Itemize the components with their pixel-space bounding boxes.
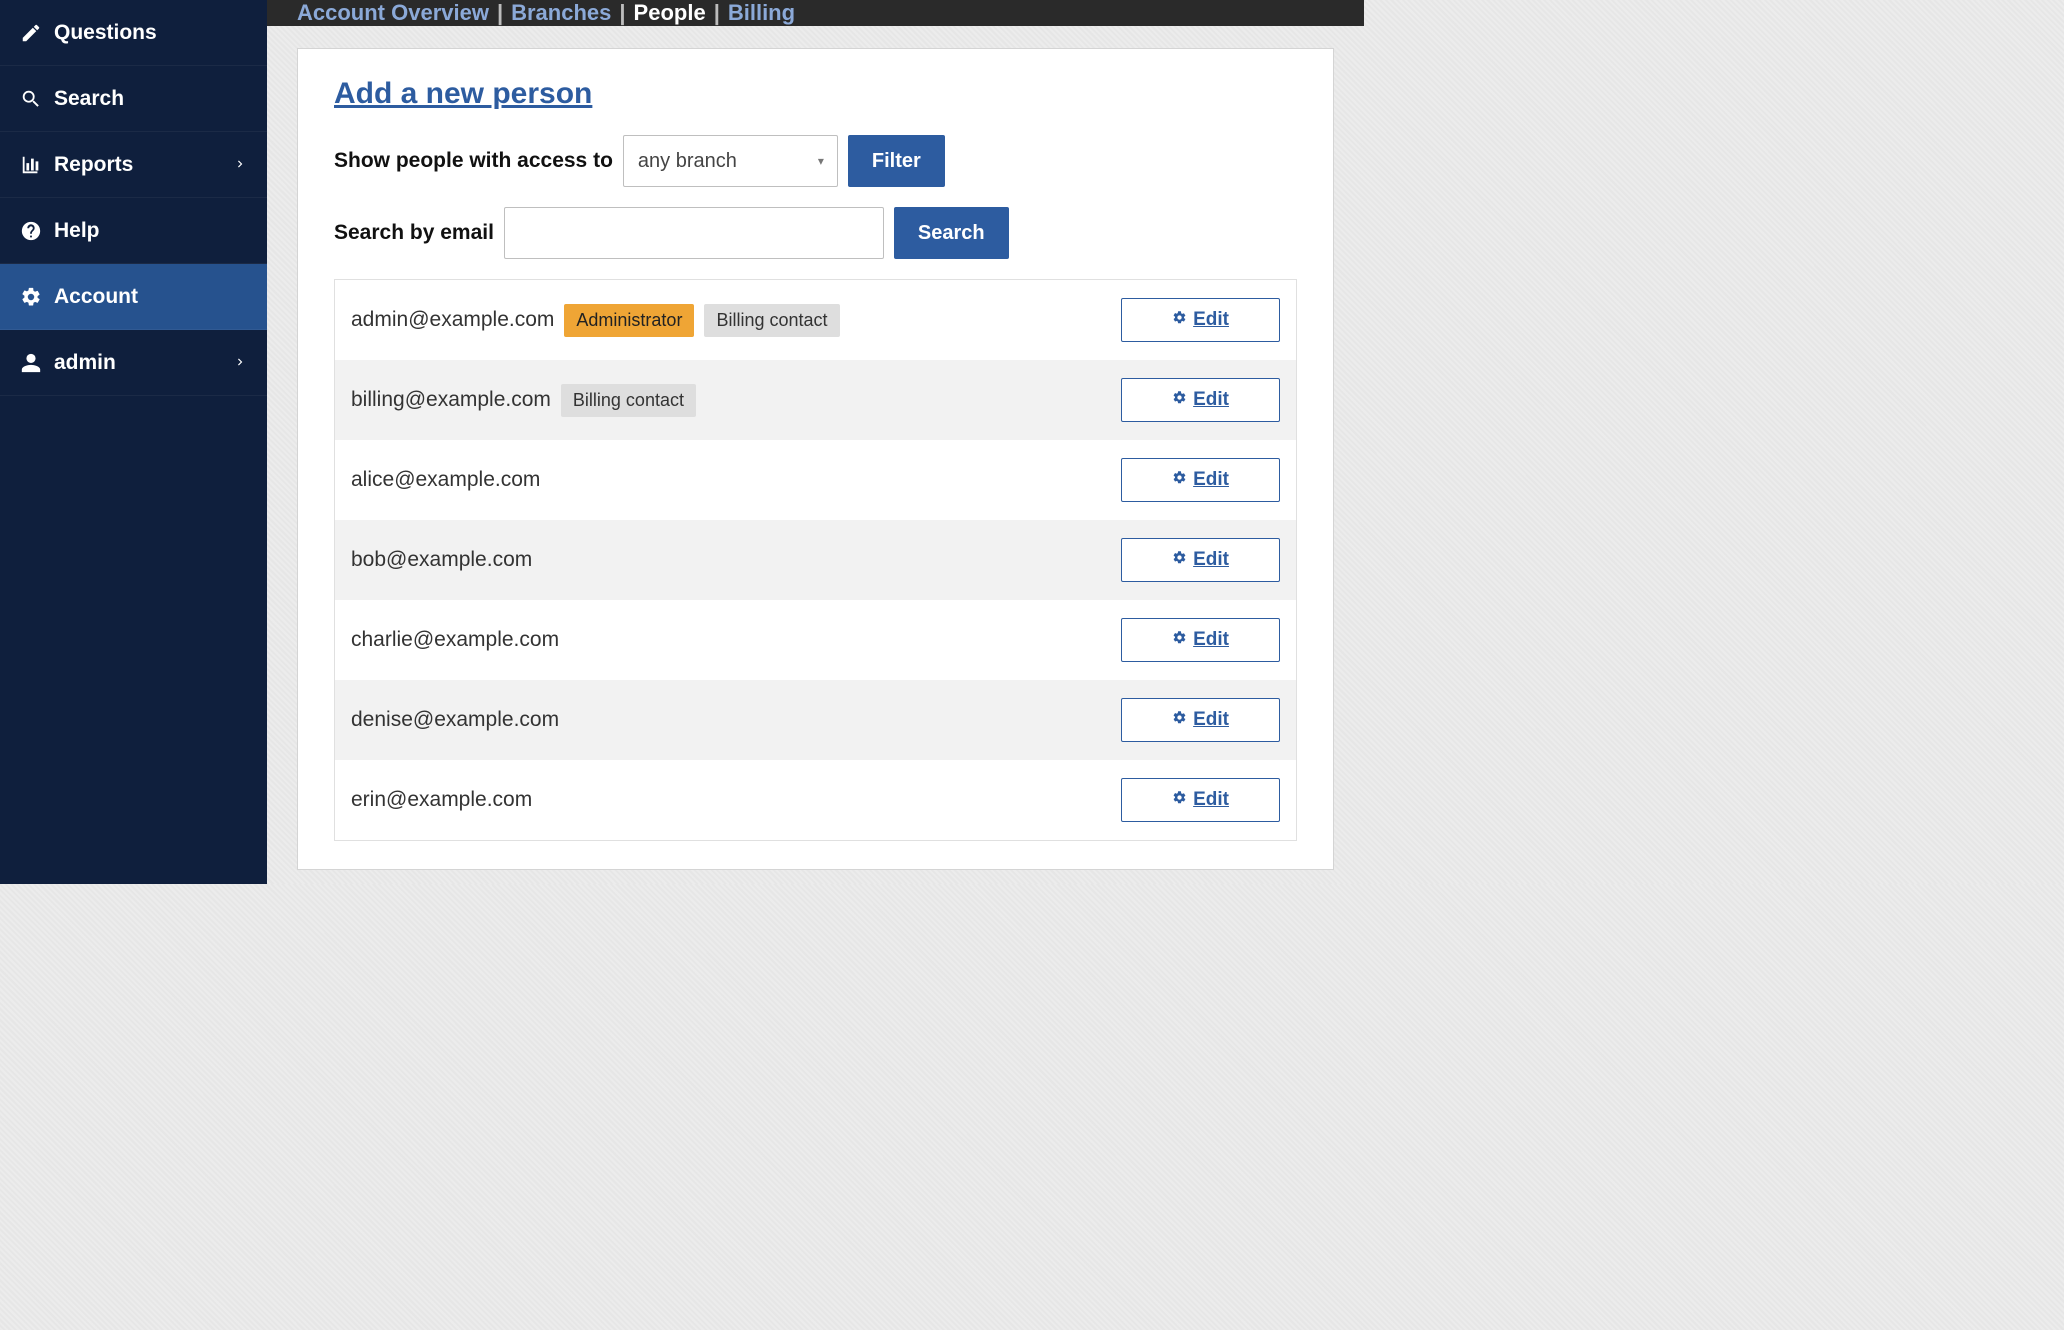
user-icon: [20, 352, 42, 374]
person-row: alice@example.com Edit: [335, 440, 1296, 520]
tab-billing[interactable]: Billing: [728, 0, 795, 26]
person-email: charlie@example.com: [351, 628, 559, 652]
branch-filter-row: Show people with access to any branch Fi…: [334, 135, 1297, 187]
gear-icon: [1172, 469, 1187, 491]
breadcrumb-sep: |: [619, 0, 625, 26]
branch-select-wrap: any branch: [623, 135, 838, 187]
edit-button[interactable]: Edit: [1121, 778, 1280, 822]
sidebar: Questions Search Reports Help Account admin: [0, 0, 267, 884]
add-person-link[interactable]: Add a new person: [334, 77, 592, 111]
filter-label: Show people with access to: [334, 149, 613, 173]
sidebar-item-label: Search: [54, 87, 124, 111]
search-button[interactable]: Search: [894, 207, 1009, 259]
main-area: Account Overview | Branches | People | Billing…: [267, 0, 1364, 884]
badge-admin: Administrator: [564, 304, 694, 337]
sidebar-item-search[interactable]: Search: [0, 66, 267, 132]
people-card: Add a new person Show people with access…: [297, 48, 1334, 870]
sidebar-item-label: Reports: [54, 153, 133, 177]
sidebar-item-label: admin: [54, 351, 116, 375]
sidebar-item-label: Help: [54, 219, 100, 243]
search-input[interactable]: [504, 207, 884, 259]
sidebar-item-reports[interactable]: Reports: [0, 132, 267, 198]
edit-button[interactable]: Edit: [1121, 618, 1280, 662]
gear-icon: [1172, 709, 1187, 731]
sidebar-item-account[interactable]: Account: [0, 264, 267, 330]
badge-billing: Billing contact: [704, 304, 839, 337]
person-row: bob@example.com Edit: [335, 520, 1296, 600]
person-row: denise@example.com Edit: [335, 680, 1296, 760]
edit-button[interactable]: Edit: [1121, 298, 1280, 342]
edit-label: Edit: [1193, 309, 1229, 331]
person-row: charlie@example.com Edit: [335, 600, 1296, 680]
branch-select[interactable]: any branch: [623, 135, 838, 187]
edit-icon: [20, 22, 42, 44]
person-row: billing@example.com Billing contact Edit: [335, 360, 1296, 440]
edit-label: Edit: [1193, 389, 1229, 411]
edit-label: Edit: [1193, 549, 1229, 571]
content-wrap: Add a new person Show people with access…: [267, 26, 1364, 892]
search-label: Search by email: [334, 221, 494, 245]
sidebar-item-label: Questions: [54, 21, 157, 45]
person-row: admin@example.com Administrator Billing co…: [335, 280, 1296, 360]
sidebar-item-questions[interactable]: Questions: [0, 0, 267, 66]
person-row: erin@example.com Edit: [335, 760, 1296, 840]
sidebar-item-label: Account: [54, 285, 138, 309]
person-email: billing@example.com: [351, 388, 551, 412]
filter-button[interactable]: Filter: [848, 135, 945, 187]
breadcrumb-sep: |: [497, 0, 503, 26]
topbar: Account Overview | Branches | People | Billing: [267, 0, 1364, 26]
tab-account-overview[interactable]: Account Overview: [297, 0, 489, 26]
sidebar-item-admin[interactable]: admin: [0, 330, 267, 396]
edit-label: Edit: [1193, 629, 1229, 651]
person-email: bob@example.com: [351, 548, 532, 572]
badge-billing: Billing contact: [561, 384, 696, 417]
edit-label: Edit: [1193, 709, 1229, 731]
gear-icon: [1172, 309, 1187, 331]
tab-people[interactable]: People: [634, 0, 706, 26]
gear-icon: [1172, 389, 1187, 411]
breadcrumb-sep: |: [714, 0, 720, 26]
edit-button[interactable]: Edit: [1121, 378, 1280, 422]
help-icon: [20, 220, 42, 242]
gear-icon: [1172, 549, 1187, 571]
sidebar-item-help[interactable]: Help: [0, 198, 267, 264]
person-email: alice@example.com: [351, 468, 540, 492]
person-email: denise@example.com: [351, 708, 559, 732]
edit-label: Edit: [1193, 789, 1229, 811]
gear-icon: [20, 286, 42, 308]
person-email: erin@example.com: [351, 788, 532, 812]
edit-label: Edit: [1193, 469, 1229, 491]
gear-icon: [1172, 629, 1187, 651]
tab-branches[interactable]: Branches: [511, 0, 611, 26]
edit-button[interactable]: Edit: [1121, 538, 1280, 582]
person-email: admin@example.com: [351, 308, 554, 332]
gear-icon: [1172, 789, 1187, 811]
search-icon: [20, 88, 42, 110]
email-search-row: Search by email Search: [334, 207, 1297, 259]
people-list: admin@example.com Administrator Billing co…: [334, 279, 1297, 841]
edit-button[interactable]: Edit: [1121, 698, 1280, 742]
edit-button[interactable]: Edit: [1121, 458, 1280, 502]
chevron-right-icon: [233, 153, 247, 177]
chart-icon: [20, 154, 42, 176]
chevron-right-icon: [233, 351, 247, 375]
